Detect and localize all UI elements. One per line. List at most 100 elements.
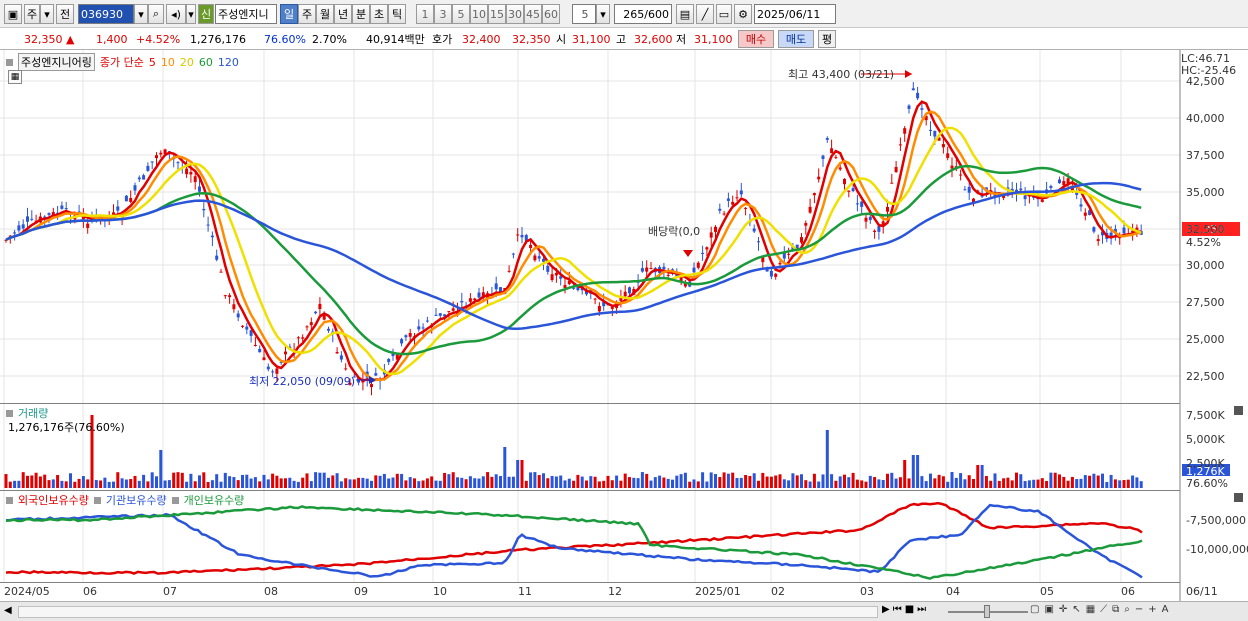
volume-bar	[142, 474, 146, 488]
pane-close-icon[interactable]	[1234, 493, 1243, 502]
arrow-tool-icon[interactable]: ↖	[1072, 604, 1080, 615]
crosshair-icon[interactable]: ✛	[1059, 604, 1067, 615]
minute-option[interactable]: 3	[434, 4, 452, 24]
interval-input[interactable]: 5	[572, 4, 596, 24]
count-input[interactable]: 265/600	[614, 4, 672, 24]
scroll-left-icon[interactable]: ◀	[4, 605, 12, 616]
search-icon[interactable]: ⌕	[1124, 604, 1130, 615]
candle-body	[692, 267, 696, 273]
chevron-down-icon[interactable]: ▾	[40, 4, 54, 24]
tab-period-month[interactable]: 월	[316, 4, 334, 24]
legend-ma-10[interactable]: 10	[161, 56, 175, 69]
eval-button[interactable]: 평	[818, 30, 836, 48]
x-axis-label: 06	[83, 585, 97, 598]
interval-dropdown-icon[interactable]: ▾	[596, 4, 610, 24]
type-select[interactable]: 전	[56, 4, 74, 24]
volume-bar	[155, 476, 158, 488]
legend-ma-60[interactable]: 60	[199, 56, 213, 69]
volume-bar	[271, 473, 275, 488]
chart-area[interactable]: 주성엔지니어링 종가 단순 5 10 20 60 120 ▦ LC:46.71 …	[0, 50, 1248, 621]
tab-period-tick[interactable]: 틱	[388, 4, 406, 24]
chart-canvas[interactable]	[0, 50, 1248, 601]
candle-body	[1092, 227, 1096, 232]
minute-option[interactable]: 1	[416, 4, 434, 24]
pane-close-icon[interactable]	[1234, 406, 1243, 415]
layout-icon[interactable]: ▢	[1030, 604, 1039, 615]
candle-body	[417, 326, 421, 330]
rewind-icon[interactable]: ⏮	[893, 604, 902, 615]
stock-name-field[interactable]: 주성엔지니	[215, 4, 277, 24]
market-select[interactable]: 주	[24, 4, 40, 24]
line-tool-icon[interactable]: ⟋	[1100, 604, 1107, 615]
minute-option[interactable]: 5	[452, 4, 470, 24]
volume-bar	[8, 481, 12, 488]
volume-bar	[284, 478, 287, 488]
volume-tick-label: 2,500K	[1186, 457, 1225, 470]
volume-bar	[185, 481, 189, 488]
candle-body	[873, 230, 877, 233]
minute-option[interactable]: 10	[470, 4, 488, 24]
legend-institution[interactable]: 기관보유수량	[106, 492, 167, 508]
zoom-slider-handle[interactable]	[984, 605, 990, 618]
window-icon[interactable]: ▣	[4, 4, 22, 24]
gear-icon[interactable]: ⚙	[734, 4, 752, 24]
scroll-track[interactable]	[18, 606, 878, 618]
legend-ma-20[interactable]: 20	[180, 56, 194, 69]
forward-icon[interactable]: ⏭	[917, 604, 926, 615]
tab-period-minute[interactable]: 분	[352, 4, 370, 24]
font-size-icon[interactable]: A	[1162, 604, 1169, 615]
candle-body	[907, 105, 911, 109]
candle-body	[744, 207, 748, 209]
low-value: 31,100	[694, 32, 733, 46]
volume-bar	[490, 476, 494, 488]
copy-icon[interactable]: ⧉	[1112, 604, 1119, 615]
legend-ma-120[interactable]: 120	[218, 56, 239, 69]
sell-button[interactable]: 매도	[778, 30, 814, 48]
buy-button[interactable]: 매수	[738, 30, 774, 48]
volume-current-pct: 76.60%	[1186, 477, 1228, 490]
zoom-in-icon[interactable]: +	[1148, 604, 1156, 615]
draw-tool-icon[interactable]: ╱	[696, 4, 714, 24]
volume-bar	[176, 472, 180, 488]
legend-ma-5[interactable]: 5	[149, 56, 156, 69]
speaker-dropdown-icon[interactable]: ▾	[186, 4, 196, 24]
grid-tool-icon[interactable]: ▦	[1086, 604, 1095, 615]
chart-type-icon[interactable]: ▤	[676, 4, 694, 24]
tab-period-second[interactable]: 초	[370, 4, 388, 24]
speaker-icon[interactable]: ◂)	[166, 4, 186, 24]
candle-body	[726, 198, 730, 201]
layout2-icon[interactable]: ▣	[1044, 604, 1053, 615]
legend-ma-label[interactable]: 종가 단순	[100, 54, 144, 70]
search-icon[interactable]: ⌕	[148, 4, 164, 24]
save-icon[interactable]: ▭	[716, 4, 732, 24]
volume-bar	[967, 475, 971, 488]
stop-icon[interactable]: ■	[905, 604, 914, 615]
minute-option[interactable]: 15	[488, 4, 506, 24]
volume-bar	[722, 472, 726, 488]
volume-bar	[1088, 475, 1092, 488]
legend-square-icon	[6, 409, 13, 417]
new-badge[interactable]: 신	[198, 4, 214, 24]
volume-bar	[413, 478, 416, 488]
minute-option[interactable]: 45	[524, 4, 542, 24]
volume-bar	[236, 480, 240, 488]
table-icon[interactable]: ▦	[8, 70, 22, 84]
candle-body	[911, 88, 915, 91]
tab-period-year[interactable]: 년	[334, 4, 352, 24]
legend-foreign[interactable]: 외국인보유수량	[18, 492, 89, 508]
minute-option[interactable]: 30	[506, 4, 524, 24]
minute-option[interactable]: 60	[542, 4, 560, 24]
volume-bar	[477, 478, 481, 488]
play-icon[interactable]: ▶	[882, 604, 890, 615]
code-dropdown-icon[interactable]: ▾	[134, 4, 148, 24]
stock-code-input[interactable]: 036930	[78, 4, 134, 24]
tab-period-week[interactable]: 주	[298, 4, 316, 24]
legend-individual[interactable]: 개인보유수량	[184, 492, 245, 508]
x-axis-label: 05	[1040, 585, 1054, 598]
tab-period-day[interactable]: 일	[280, 4, 298, 24]
legend-stock-name[interactable]: 주성엔지니어링	[18, 53, 95, 71]
date-input[interactable]: 2025/06/11	[754, 4, 836, 24]
candle-body	[339, 355, 343, 360]
zoom-out-icon[interactable]: −	[1135, 604, 1143, 615]
volume-bar	[709, 472, 713, 488]
